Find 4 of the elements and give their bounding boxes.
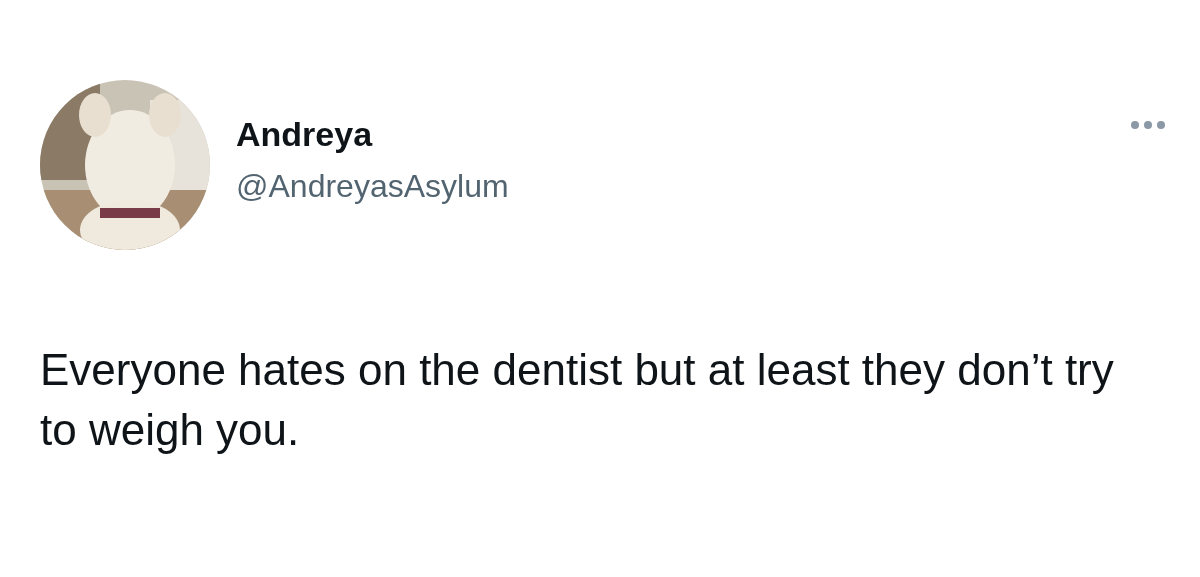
- tweet-text: Everyone hates on the dentist but at least they don’t try to weigh you.: [40, 344, 1115, 456]
- author-handle[interactable]: @AndreyasAsylum: [236, 168, 1104, 205]
- author-name[interactable]: Andreya: [236, 115, 1104, 154]
- more-icon[interactable]: [1130, 120, 1166, 130]
